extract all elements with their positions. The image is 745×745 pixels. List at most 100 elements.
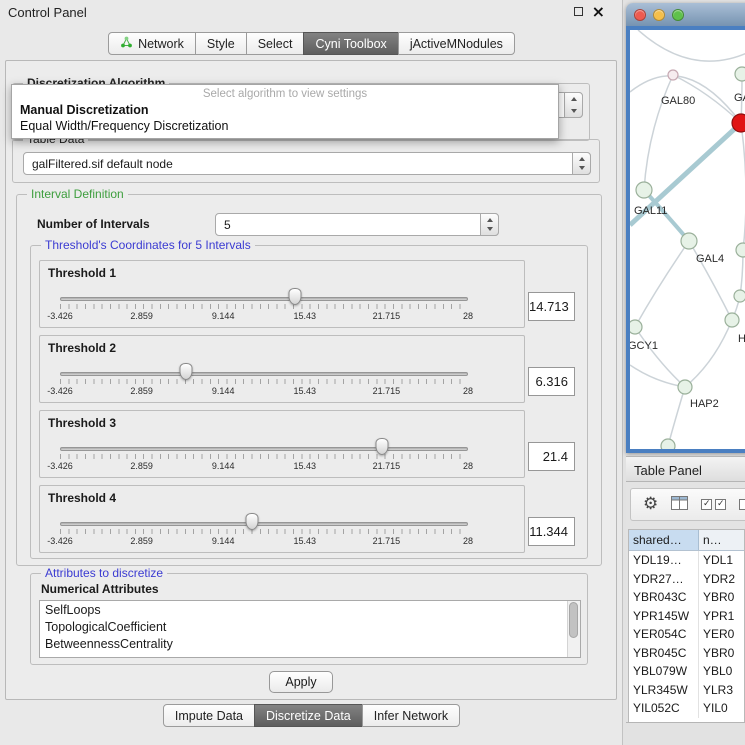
threshold-value-field[interactable]: 11.344 [528,517,575,546]
combo-stepper-icon[interactable] [564,92,583,118]
numerical-attributes-list[interactable]: SelfLoopsTopologicalCoefficientBetweenne… [39,600,581,658]
table-cell: YDL1 [699,551,733,570]
table-cell: YBL0 [699,662,732,681]
network-edge[interactable] [630,365,685,387]
slider-thumb[interactable] [245,513,258,530]
network-edge[interactable] [668,387,685,446]
tab-jactivemnodules[interactable]: jActiveMNodules [398,32,515,55]
network-node[interactable] [668,70,678,80]
close-icon[interactable]: × [592,6,605,17]
columns-icon[interactable] [671,496,688,513]
network-edge[interactable] [635,241,689,327]
gear-icon[interactable]: ⚙ [643,496,658,513]
apply-button[interactable]: Apply [269,671,333,693]
number-of-intervals-label: Number of Intervals [37,217,150,231]
checkbox-checked-icon: ✓ [715,499,726,510]
threshold-slider[interactable]: -3.4262.8599.14415.4321.71528 [60,510,468,550]
node-table[interactable]: shared…n… YDL19…YDL1YDR27…YDR2YBR043CYBR… [628,529,745,723]
network-node[interactable] [630,320,642,334]
algorithm-popup: Select algorithm to view settings Manual… [11,84,559,139]
table-cell: YBR043C [629,588,699,607]
network-edge[interactable] [741,123,745,250]
threshold-panel: Threshold 3-3.4262.8599.14415.4321.71528 [39,410,525,478]
close-window-icon[interactable] [634,9,646,21]
slider-ticks [60,304,468,309]
table-row[interactable]: YBR043CYBR0 [629,588,744,607]
table-row[interactable]: YIL052CYIL0 [629,699,744,718]
table-row[interactable]: YPR145WYPR1 [629,607,744,626]
threshold-slider[interactable]: -3.4262.8599.14415.4321.71528 [60,435,468,475]
column-header[interactable]: n… [699,530,744,550]
tab-infer-network[interactable]: Infer Network [362,704,460,727]
network-node[interactable] [735,67,745,81]
threshold-slider[interactable]: -3.4262.8599.14415.4321.71528 [60,360,468,400]
slider-thumb[interactable] [289,288,302,305]
table-cell: YIL052C [629,699,699,718]
list-scrollbar[interactable] [567,601,580,657]
network-node[interactable] [661,439,675,449]
slider-track[interactable] [60,447,468,451]
network-canvas[interactable]: GAL80GAGAL11GAL4GCY1HHAP2 [630,30,745,449]
table-data-select[interactable]: galFiltered.sif default node [23,152,591,175]
network-edge[interactable] [685,320,732,387]
network-node[interactable] [725,313,739,327]
threshold-label: Threshold 1 [48,266,116,280]
scrollbar-thumb[interactable] [569,602,578,638]
network-view[interactable]: GAL80GAGAL11GAL4GCY1HHAP2 [626,26,745,453]
group-title: Threshold's Coordinates for 5 Intervals [41,238,255,252]
table-row[interactable]: YBL079WYBL0 [629,662,744,681]
list-item[interactable]: BetweennessCentrality [40,635,580,652]
table-row[interactable]: YER054CYER0 [629,625,744,644]
table-rows: YDL19…YDL1YDR27…YDR2YBR043CYBR0YPR145WYP… [629,551,744,718]
scale-tick-label: 28 [463,461,473,471]
threshold-value-field[interactable]: 6.316 [528,367,575,396]
network-node[interactable] [678,380,692,394]
float-window-icon[interactable] [574,7,583,16]
threshold-value-field[interactable]: 14.713 [528,292,575,321]
algorithm-option[interactable]: Manual Discretization [12,102,558,118]
tab-impute-data[interactable]: Impute Data [163,704,255,727]
network-window-titlebar[interactable] [626,3,745,26]
algorithm-option[interactable]: Equal Width/Frequency Discretization [12,118,558,134]
network-edge[interactable] [635,327,685,387]
tab-discretize-data[interactable]: Discretize Data [254,704,363,727]
combo-stepper-icon[interactable] [480,213,499,236]
network-edge[interactable] [644,75,673,190]
tab-style[interactable]: Style [195,32,247,55]
tab-select[interactable]: Select [246,32,305,55]
network-node[interactable] [636,182,652,198]
scale-tick-label: 2.859 [130,536,153,546]
slider-thumb[interactable] [180,363,193,380]
node-label: GAL11 [634,205,667,217]
network-node[interactable] [734,290,745,302]
table-row[interactable]: YDR27…YDR2 [629,570,744,589]
list-item[interactable]: TopologicalCoefficient [40,618,580,635]
slider-track[interactable] [60,297,468,301]
threshold-value-field[interactable]: 21.4 [528,442,575,471]
table-row[interactable]: YBR045CYBR0 [629,644,744,663]
select-all-icon[interactable]: ✓ ✓ [701,499,726,510]
slider-track[interactable] [60,372,468,376]
slider-ticks [60,529,468,534]
network-node[interactable] [732,114,745,132]
slider-thumb[interactable] [376,438,389,455]
table-cell: YPR145W [629,607,699,626]
table-row[interactable]: YDL19…YDL1 [629,551,744,570]
column-header[interactable]: shared… [629,530,699,550]
network-node[interactable] [736,243,745,257]
slider-track[interactable] [60,522,468,526]
network-node[interactable] [681,233,697,249]
threshold-slider[interactable]: -3.4262.8599.14415.4321.71528 [60,285,468,325]
combo-stepper-icon[interactable] [572,152,591,175]
number-of-intervals-select[interactable]: 5 [215,213,499,236]
tab-cyni-toolbox[interactable]: Cyni Toolbox [303,32,398,55]
zoom-window-icon[interactable] [672,9,684,21]
scale-tick-label: 9.144 [212,536,235,546]
list-item[interactable]: SelfLoops [40,601,580,618]
table-row[interactable]: YLR345WYLR3 [629,681,744,700]
network-edge[interactable] [638,30,745,61]
minimize-window-icon[interactable] [653,9,665,21]
tab-network[interactable]: Network [108,32,196,55]
checkbox-icon[interactable] [739,499,745,510]
node-label: GAL4 [696,253,724,265]
